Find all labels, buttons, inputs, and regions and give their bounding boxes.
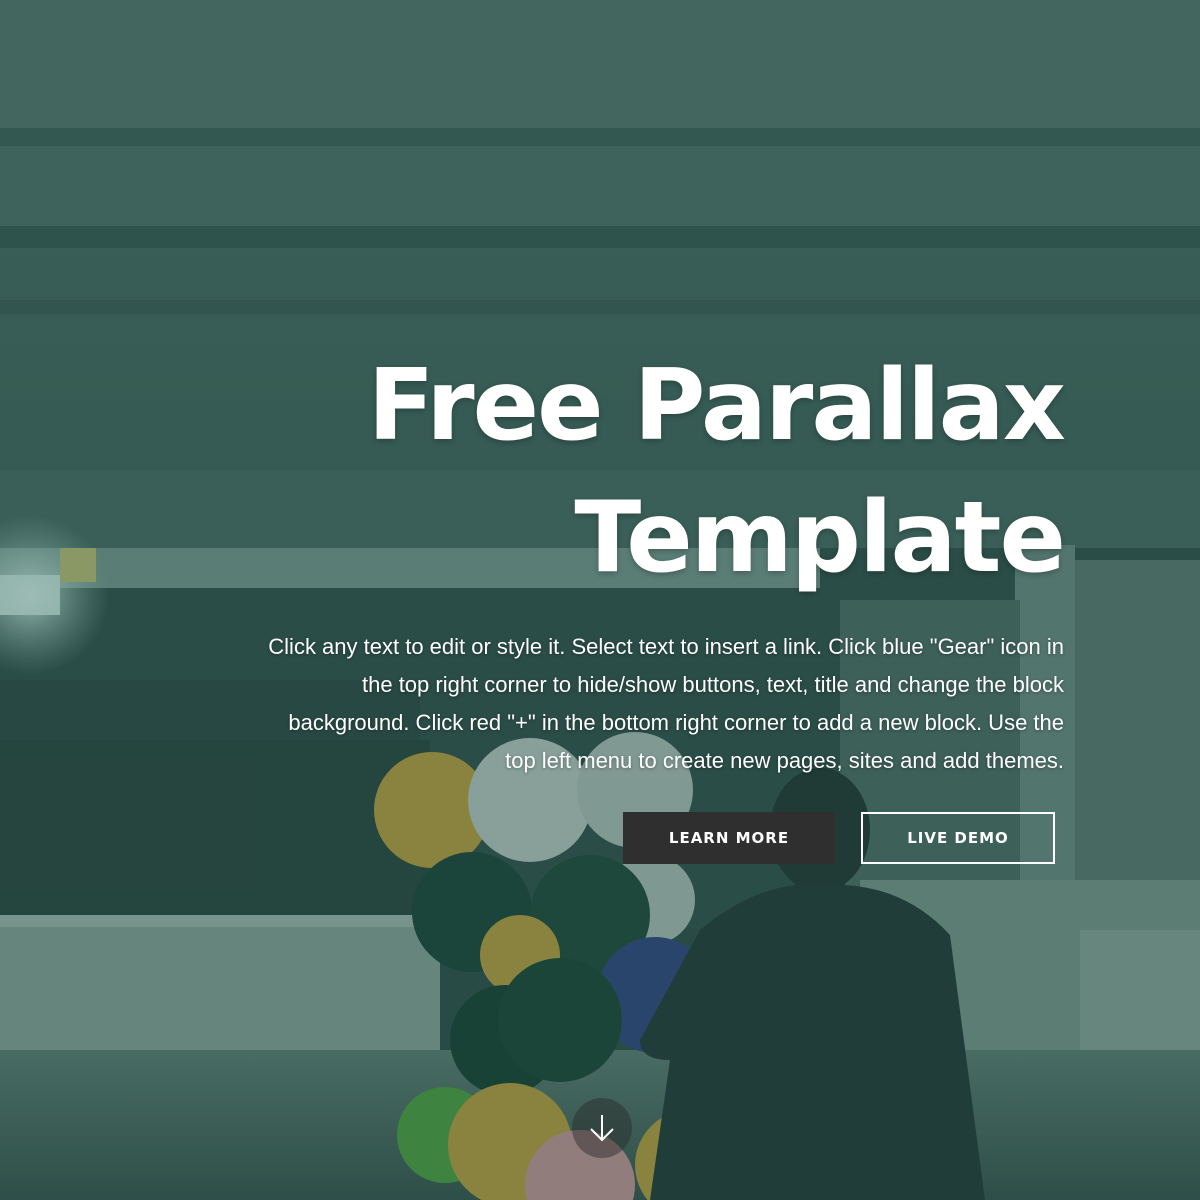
hero-content: Free Parallax Template Click any text to… <box>124 340 1066 780</box>
hero-description-line-1[interactable]: Click any text to edit or style it. Sele… <box>268 634 1064 659</box>
hero-title-line-1[interactable]: Free Parallax <box>368 349 1066 463</box>
hero-section: Free Parallax Template Click any text to… <box>0 0 1200 1200</box>
learn-more-button[interactable]: LEARN MORE <box>623 812 835 864</box>
hero-title-line-2[interactable]: Template <box>574 481 1066 595</box>
hero-description-line-4[interactable]: top left menu to create new pages, sites… <box>505 748 1064 773</box>
hero-description[interactable]: Click any text to edit or style it. Sele… <box>124 628 1064 780</box>
hero-description-line-3[interactable]: background. Click red "+" in the bottom … <box>288 710 1064 735</box>
arrow-down-icon <box>590 1115 614 1142</box>
hero-title[interactable]: Free Parallax Template <box>124 340 1066 604</box>
hero-description-line-2[interactable]: the top right corner to hide/show button… <box>362 672 1064 697</box>
live-demo-button[interactable]: LIVE DEMO <box>861 812 1055 864</box>
scroll-down-button[interactable] <box>572 1098 632 1158</box>
hero-buttons: LEARN MORE LIVE DEMO <box>623 812 1055 864</box>
